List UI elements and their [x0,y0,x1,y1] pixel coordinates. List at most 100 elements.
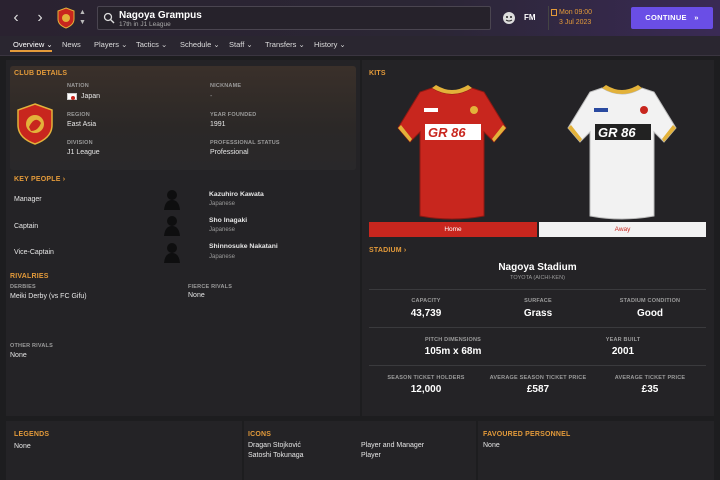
away-kit-sponsor: GR 86 [598,125,636,140]
division-label: DIVISION [67,140,93,146]
kits-title: KITS [369,70,386,77]
person-silhouette-icon [164,190,180,210]
home-kit-sponsor: GR 86 [428,125,466,140]
key-person-role: Captain [14,223,39,230]
average-ticket-price-label: AVERAGE TICKET PRICE [614,375,686,381]
club-details-box [10,66,356,170]
club-details-title: CLUB DETAILS [14,70,68,77]
legends-title: LEGENDS [14,431,50,438]
tab-overview[interactable]: Overview ⌄ [13,40,53,49]
year-built-value: 2001 [611,346,635,357]
key-person-nationality: Japanese [209,201,236,207]
manager-face-icon[interactable] [502,11,516,25]
other-rivals-value: None [10,352,27,359]
surface-value: Grass [523,308,553,319]
top-bar: ‹ › ▲ ▼ Nagoya Grampus 17th in J1 League… [0,0,720,36]
legends-panel [6,421,242,480]
professional-status-label: PROFESSIONAL STATUS [210,140,280,146]
key-person-nationality: Japanese [209,227,236,233]
key-person-role: Manager [14,196,42,203]
year-built-label: YEAR BUILT [605,337,641,343]
key-person-role: Vice-Captain [14,249,54,256]
favoured-personnel-title: FAVOURED PERSONNEL [483,431,571,438]
divider [369,327,706,328]
capacity-label: CAPACITY [411,298,441,304]
pitch-dimensions-value: 105m x 68m [424,346,482,357]
key-person-name[interactable]: Shinnosuke Nakatani [209,243,278,250]
chevron-down-icon[interactable]: ▼ [79,19,86,26]
tab-news[interactable]: News [62,40,81,49]
professional-status-value: Professional [210,149,249,156]
favoured-personnel-value: None [483,442,500,449]
icon-person-name[interactable]: Dragan Stojković [248,442,301,449]
divider [369,365,706,366]
fierce-rivals-value: None [188,292,205,299]
other-rivals-label: OTHER RIVALS [10,343,53,349]
top-icons: FM [493,6,545,30]
club-search-box[interactable]: Nagoya Grampus 17th in J1 League [97,6,491,30]
away-kit-shirt: GR 86 [567,85,677,220]
surface-label: SURFACE [524,298,552,304]
season-ticket-holders-label: SEASON TICKET HOLDERS [387,375,465,381]
favoured-personnel-panel [478,421,714,480]
season-ticket-holders-value: 12,000 [410,384,442,395]
average-ticket-price-value: £35 [641,384,659,395]
game-date[interactable]: Mon 09:00 3 Jul 2023 [548,6,624,30]
nation-label: NATION [67,83,89,89]
tab-staff[interactable]: Staff ⌄ [229,40,253,49]
nation-value[interactable]: Japan [81,93,100,100]
year-founded-value: 1991 [210,121,226,128]
icons-panel [244,421,476,480]
stadium-title[interactable]: STADIUM › [369,247,406,254]
key-person-nationality: Japanese [209,254,236,260]
tab-transfers[interactable]: Transfers ⌄ [265,40,305,49]
club-badge-icon[interactable] [56,7,76,29]
key-person-name[interactable]: Sho Inagaki [209,217,247,224]
calendar-icon [551,9,557,16]
rivalries-title: RIVALRIES [10,273,49,280]
fm-logo[interactable]: FM [524,13,536,22]
home-kit-shirt: GR 86 [397,85,507,220]
person-silhouette-icon [164,216,180,236]
chevron-up-icon[interactable]: ▲ [79,9,86,16]
stadium-location: TOYOTA (AICHI-KEN) [510,275,565,281]
icon-person-role: Player [361,452,381,459]
back-icon[interactable]: ‹ [9,10,23,26]
away-kit-button[interactable]: Away [539,222,706,237]
game-day: 3 Jul 2023 [559,19,592,26]
year-founded-label: YEAR FOUNDED [210,112,257,118]
continue-button[interactable]: CONTINUE » [631,7,713,29]
club-league-position: 17th in J1 League [119,21,171,28]
tab-schedule[interactable]: Schedule ⌄ [180,40,220,49]
stadium-name[interactable]: Nagoya Stadium [369,262,706,273]
region-label: REGION [67,112,90,118]
divider [369,289,706,290]
japan-flag-icon [67,93,77,100]
active-tab-indicator [10,50,52,52]
forward-icon[interactable]: › [33,10,47,26]
derbies-value[interactable]: Meiki Derby (vs FC Gifu) [10,293,87,300]
nickname-label: NICKNAME [210,83,242,89]
average-season-ticket-price-label: AVERAGE SEASON TICKET PRICE [489,375,587,381]
icon-person-name[interactable]: Satoshi Tokunaga [248,452,304,459]
search-icon [103,12,115,24]
key-people-title[interactable]: KEY PEOPLE › [14,176,65,183]
double-chevron-right-icon: » [694,13,699,22]
game-time: Mon 09:00 [559,9,593,16]
nickname-value: - [210,93,213,100]
region-value: East Asia [67,121,97,128]
tab-players[interactable]: Players ⌄ [94,40,127,49]
stadium-condition-value: Good [636,308,664,319]
pitch-dimensions-label: PITCH DIMENSIONS [424,337,482,343]
home-kit-button[interactable]: Home [369,222,537,237]
fierce-rivals-label: FIERCE RIVALS [188,284,233,290]
icon-person-role: Player and Manager [361,442,425,449]
average-season-ticket-price-value: £587 [526,384,550,395]
key-person-name[interactable]: Kazuhiro Kawata [209,191,264,198]
tab-tactics[interactable]: Tactics ⌄ [136,40,167,49]
division-value[interactable]: J1 League [67,149,100,156]
legends-value: None [14,443,31,450]
person-silhouette-icon [164,243,180,263]
club-menu-bar: Overview ⌄ News Players ⌄ Tactics ⌄ Sche… [0,36,720,56]
tab-history[interactable]: History ⌄ [314,40,346,49]
